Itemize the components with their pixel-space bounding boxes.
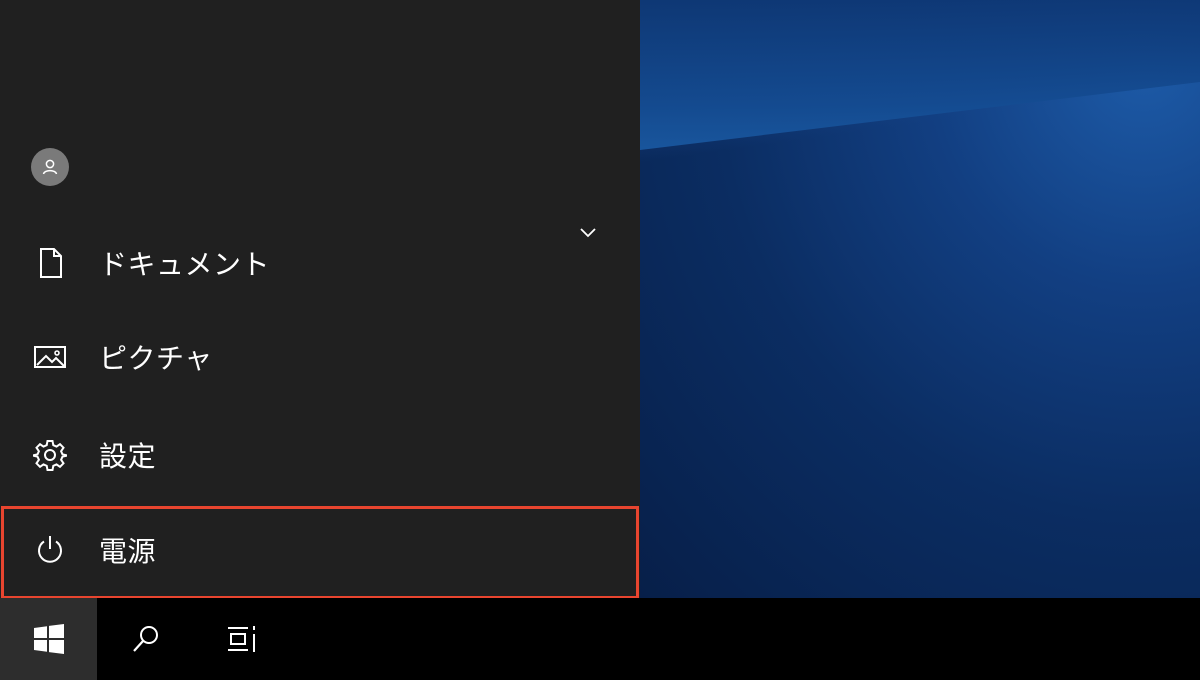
- search-button[interactable]: [97, 598, 194, 680]
- task-view-icon: [227, 626, 255, 652]
- task-view-button[interactable]: [194, 598, 291, 680]
- start-menu: ドキュメント ピクチャ 設定 電源: [0, 0, 640, 599]
- windows-logo-icon: [33, 624, 64, 654]
- menu-item-pictures[interactable]: ピクチャ: [0, 312, 640, 402]
- power-icon: [30, 530, 70, 570]
- start-button[interactable]: [0, 598, 97, 680]
- taskbar: [0, 598, 1200, 680]
- desktop-wallpaper: [640, 0, 1200, 598]
- menu-item-settings[interactable]: 設定: [0, 410, 640, 500]
- pictures-icon: [30, 337, 70, 377]
- screen: ドキュメント ピクチャ 設定 電源: [0, 0, 1200, 680]
- menu-item-label: 設定: [99, 440, 157, 473]
- gear-icon: [30, 435, 70, 475]
- search-icon: [132, 626, 158, 652]
- user-icon: [42, 159, 58, 175]
- menu-item-label: ドキュメント: [99, 248, 271, 281]
- menu-item-documents[interactable]: ドキュメント: [0, 218, 640, 308]
- user-avatar[interactable]: [31, 148, 69, 186]
- document-icon: [30, 243, 70, 283]
- menu-item-power[interactable]: 電源: [0, 505, 640, 595]
- menu-item-label: 電源: [99, 535, 157, 568]
- menu-item-label: ピクチャ: [99, 342, 213, 375]
